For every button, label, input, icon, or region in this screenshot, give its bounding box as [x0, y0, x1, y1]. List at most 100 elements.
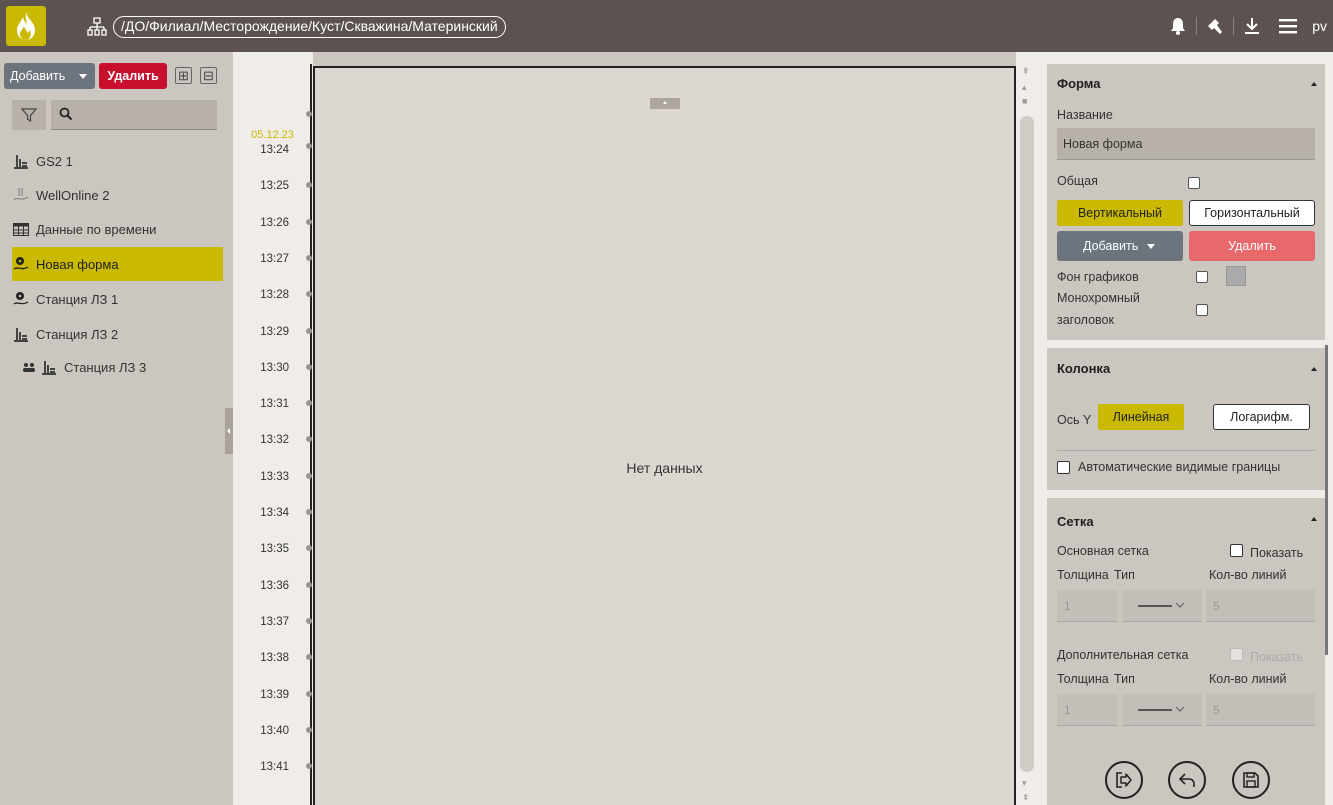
save-button[interactable]	[1232, 761, 1270, 799]
type-label: Тип	[1114, 672, 1135, 686]
vertical-button[interactable]: Вертикальный	[1057, 200, 1183, 226]
divider	[1057, 450, 1315, 451]
time-tick-dot	[306, 255, 312, 261]
log-scale-button[interactable]: Логарифм.	[1213, 404, 1310, 430]
form-name-input[interactable]: Новая форма	[1057, 128, 1315, 160]
lines-count-label: Кол-во линий	[1209, 568, 1287, 582]
time-tick-label: 13:31	[260, 398, 289, 410]
app-logo[interactable]	[6, 6, 46, 46]
common-checkbox[interactable]	[1188, 177, 1200, 189]
line-sample	[1138, 605, 1172, 607]
tree-item-label: Данные по времени	[36, 221, 157, 237]
time-tick-label: 13:25	[260, 180, 289, 192]
undo-button[interactable]	[1168, 761, 1206, 799]
scroll-top-icon[interactable]: ⇞	[1022, 66, 1030, 77]
top-actions: pv	[1160, 14, 1327, 38]
extra-thickness-input[interactable]: 1	[1057, 694, 1118, 726]
breadcrumb[interactable]: /ДО/Филиал/Месторождение/Куст/Скважина/М…	[113, 16, 506, 38]
mono-title-label-2: заголовок	[1057, 313, 1114, 327]
delete-button[interactable]: Удалить	[99, 63, 167, 89]
main-lines-count-input[interactable]: 5	[1206, 590, 1315, 622]
main-grid-show-checkbox[interactable]	[1230, 544, 1243, 557]
collapse-caret-icon[interactable]	[1311, 82, 1317, 86]
extra-grid-show-checkbox[interactable]	[1230, 648, 1243, 661]
mono-title-checkbox[interactable]	[1196, 304, 1208, 316]
time-tick-label: 13:34	[260, 507, 289, 519]
form-add-button[interactable]: Добавить	[1057, 231, 1183, 261]
tools-icon[interactable]	[1203, 14, 1227, 38]
time-tick-dot	[306, 473, 312, 479]
time-tick-label: 13:28	[260, 289, 289, 301]
chevron-down-icon	[1175, 706, 1185, 712]
hierarchy-icon[interactable]	[87, 17, 107, 37]
horizontal-button[interactable]: Горизонтальный	[1189, 200, 1315, 226]
vertical-scrollbar[interactable]: ⇞ ▴ ■ ▾ ⇟	[1016, 52, 1040, 805]
panel-scrollbar[interactable]	[1325, 345, 1328, 655]
extra-grid-label: Дополнительная сетка	[1057, 648, 1189, 662]
add-button[interactable]: Добавить	[4, 63, 95, 89]
time-tick-dot	[306, 582, 312, 588]
collapse-all-button[interactable]: ⊟	[200, 67, 217, 84]
tree-item-station-lz1[interactable]: Станция ЛЗ 1	[12, 282, 223, 316]
user-name[interactable]: pv	[1312, 18, 1327, 34]
scroll-track[interactable]	[1020, 116, 1034, 772]
grid-section: Сетка Основная сетка Показать Толщина Ти…	[1047, 498, 1325, 805]
auto-bounds-checkbox[interactable]	[1057, 461, 1070, 474]
collapse-caret-icon[interactable]	[1311, 367, 1317, 371]
time-tick-label: 13:39	[260, 689, 289, 701]
time-tick-dot	[306, 111, 312, 117]
time-tick-dot	[306, 545, 312, 551]
main-line-type-select[interactable]	[1122, 590, 1202, 622]
bell-icon[interactable]	[1166, 14, 1190, 38]
filter-button[interactable]	[12, 100, 46, 130]
collapse-caret-icon[interactable]	[1311, 517, 1317, 521]
main-thickness-input[interactable]: 1	[1057, 590, 1118, 622]
filter-icon	[21, 108, 37, 123]
search-input[interactable]	[51, 100, 217, 130]
pump-icon	[12, 325, 30, 343]
scroll-bottom-icon[interactable]: ⇟	[1022, 792, 1030, 803]
time-tick-label: 13:40	[260, 725, 289, 737]
extra-line-type-select[interactable]	[1122, 694, 1202, 726]
gauge-icon	[12, 290, 30, 308]
tree-item-label: GS2 1	[36, 153, 73, 169]
chart-area[interactable]: Нет данных	[313, 66, 1016, 805]
scroll-up-icon[interactable]: ▴	[1022, 82, 1027, 93]
form-delete-button[interactable]: Удалить	[1189, 231, 1315, 261]
time-tick-dot	[306, 509, 312, 515]
tree-item-station-lz2[interactable]: Станция ЛЗ 2	[12, 317, 223, 351]
extra-lines-count-input[interactable]: 5	[1206, 694, 1315, 726]
time-tick-label: 13:33	[260, 471, 289, 483]
collapse-left-panel-handle[interactable]	[225, 408, 233, 454]
tree-item-wellonline[interactable]: WellOnline 2	[12, 178, 223, 212]
table-icon	[12, 220, 30, 238]
form-section-title: Форма	[1057, 76, 1101, 91]
menu-icon[interactable]	[1276, 14, 1300, 38]
chart-bg-color-swatch[interactable]	[1226, 266, 1246, 286]
time-tick-label: 13:41	[260, 761, 289, 773]
linear-scale-button[interactable]: Линейная	[1098, 404, 1184, 430]
main-grid-label: Основная сетка	[1057, 544, 1149, 558]
save-icon	[1243, 772, 1259, 788]
no-data-message: Нет данных	[626, 460, 703, 476]
time-tick-label: 13:24	[260, 144, 289, 156]
time-tick-dot	[306, 328, 312, 334]
tree-item-time-data[interactable]: Данные по времени	[12, 212, 223, 246]
tree-item-station-lz3[interactable]: Станция ЛЗ 3	[22, 350, 223, 384]
form-add-label: Добавить	[1083, 239, 1139, 253]
scroll-handle-icon[interactable]: ■	[1022, 96, 1027, 106]
time-tick-dot	[306, 219, 312, 225]
tree-item-new-form[interactable]: Новая форма	[12, 247, 223, 281]
scroll-up-button[interactable]	[650, 98, 680, 109]
download-icon[interactable]	[1240, 14, 1264, 38]
tree-item-gs2[interactable]: GS2 1	[12, 144, 223, 178]
expand-all-button[interactable]: ⊞	[175, 67, 192, 84]
divider	[1233, 17, 1235, 35]
well-icon	[12, 186, 30, 204]
caret-down-icon	[1147, 244, 1155, 249]
export-button[interactable]	[1105, 761, 1143, 799]
scroll-down-icon[interactable]: ▾	[1022, 778, 1027, 789]
column-section: Колонка Ось Y Линейная Логарифм. Автомат…	[1047, 348, 1325, 490]
chart-bg-checkbox[interactable]	[1196, 271, 1208, 283]
tree-item-label: Станция ЛЗ 2	[36, 326, 119, 342]
